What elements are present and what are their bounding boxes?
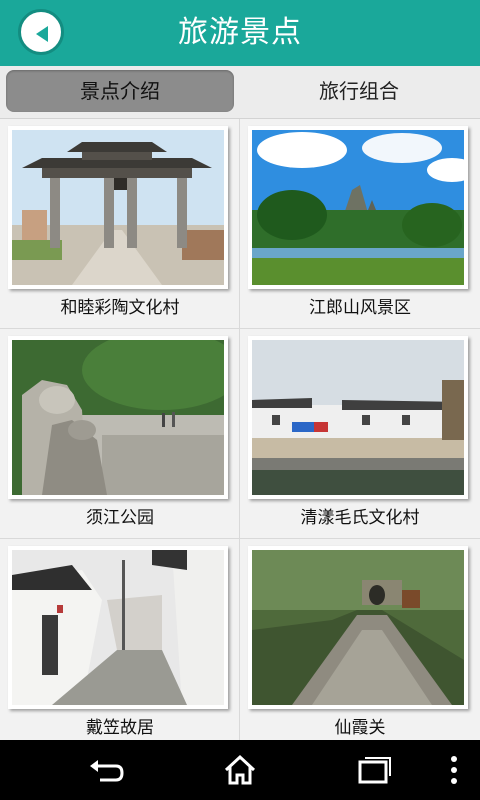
nav-back-button[interactable] [86,752,126,788]
attraction-card[interactable]: 须江公园 [0,329,240,539]
traditional-archway-gate-photo [12,130,224,285]
menu-dots-icon [451,756,457,784]
tab-travel-combo[interactable]: 旅行组合 [244,70,474,112]
app-header: 旅游景点 [0,0,480,66]
attraction-name: 戴笠故居 [86,718,154,738]
ancient-stone-path-photo [252,550,464,705]
page-title: 旅游景点 [178,15,302,50]
attraction-name: 江郎山风景区 [309,298,411,318]
attraction-name: 须江公园 [86,508,154,528]
attraction-card[interactable]: 仙霞关 [240,539,480,749]
mountain-landscape-photo [252,130,464,285]
attraction-card[interactable]: 清漾毛氏文化村 [240,329,480,539]
attraction-grid: 和睦彩陶文化村 江郎山风景区 须江公园 清漾毛氏文化村 戴笠故居 仙霞关 [0,119,480,749]
attraction-name: 清漾毛氏文化村 [300,508,420,528]
attraction-photo-frame [248,126,468,289]
attraction-name: 仙霞关 [334,718,386,738]
nav-home-button[interactable] [220,752,260,788]
system-nav-bar [0,740,480,800]
attraction-card[interactable]: 和睦彩陶文化村 [0,119,240,329]
white-wall-village-photo [252,340,464,495]
attraction-photo-frame [8,126,228,289]
nav-menu-button[interactable] [444,752,464,788]
home-icon [224,754,256,785]
tab-attraction-intro[interactable]: 景点介绍 [6,70,234,112]
rock-garden-park-photo [12,340,224,495]
back-icon [90,760,124,782]
attraction-card[interactable]: 江郎山风景区 [240,119,480,329]
attraction-photo-frame [8,546,228,709]
attraction-photo-frame [8,336,228,499]
attraction-photo-frame [248,336,468,499]
tab-bar: 景点介绍 旅行组合 [0,66,480,119]
nav-recent-apps-button[interactable] [354,752,394,788]
recent-apps-icon [358,757,391,784]
attraction-card[interactable]: 戴笠故居 [0,539,240,749]
old-lane-houses-photo [12,550,224,705]
attraction-photo-frame [248,546,468,709]
attraction-name: 和睦彩陶文化村 [60,298,180,318]
